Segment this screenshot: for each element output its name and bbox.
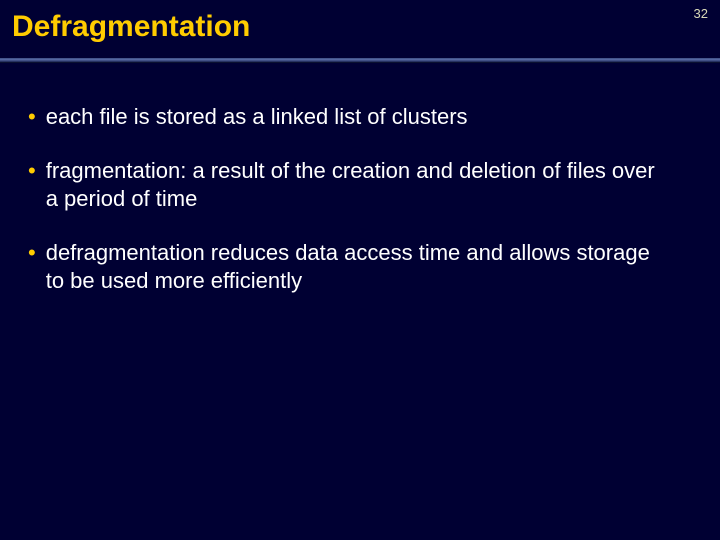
bullet-icon: • [28, 239, 36, 267]
bullet-text: defragmentation reduces data access time… [46, 239, 672, 295]
list-item: • each file is stored as a linked list o… [28, 103, 672, 131]
bullet-icon: • [28, 157, 36, 185]
page-number: 32 [694, 6, 708, 21]
bullet-text: each file is stored as a linked list of … [46, 103, 468, 131]
bullet-text: fragmentation: a result of the creation … [46, 157, 672, 213]
list-item: • fragmentation: a result of the creatio… [28, 157, 672, 213]
list-item: • defragmentation reduces data access ti… [28, 239, 672, 295]
bullet-icon: • [28, 103, 36, 131]
slide-content: • each file is stored as a linked list o… [0, 63, 720, 295]
slide-title: Defragmentation [0, 0, 720, 44]
